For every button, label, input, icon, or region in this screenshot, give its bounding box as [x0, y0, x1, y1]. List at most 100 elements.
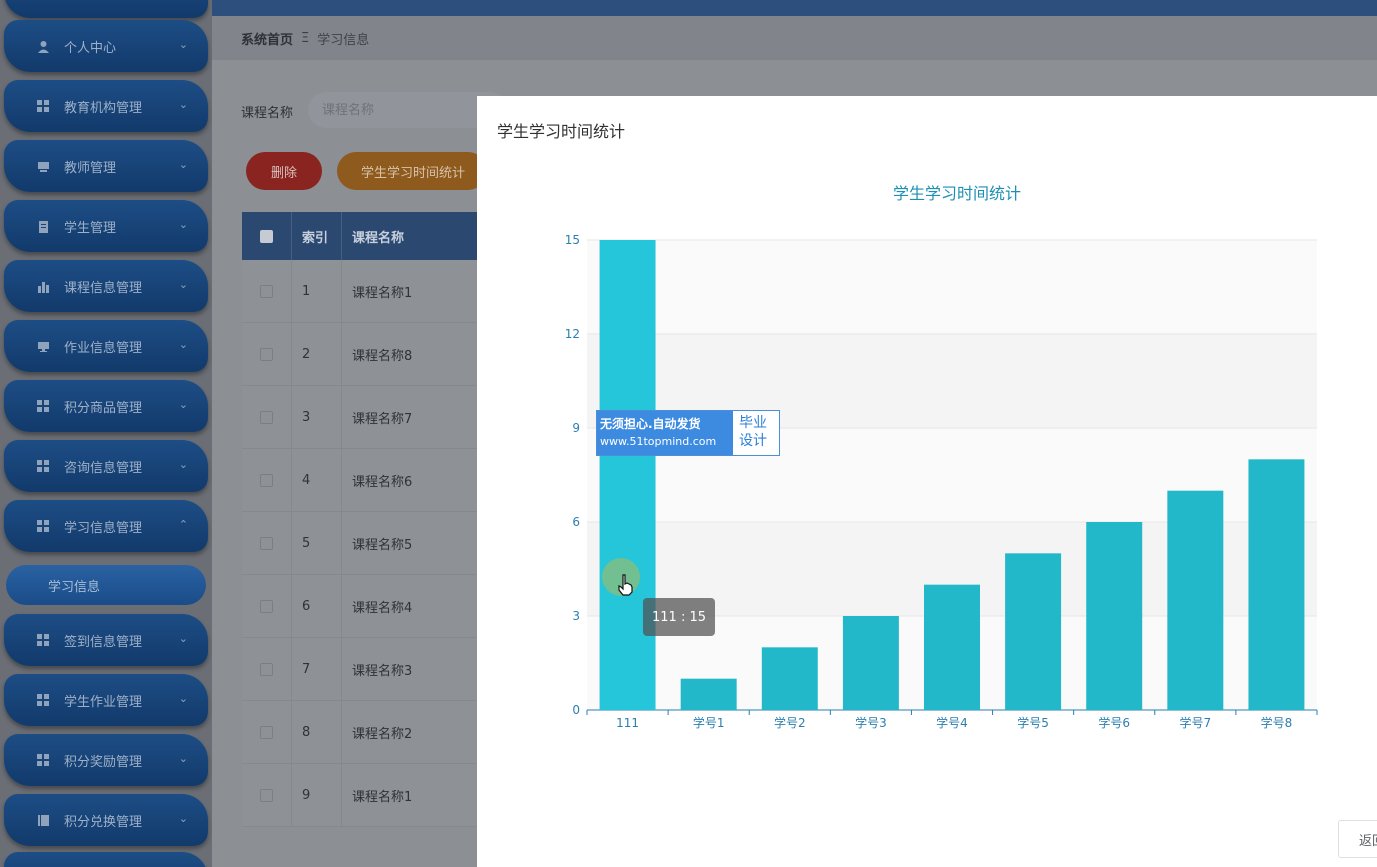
data-table: 索引 课程名称 1 课程名称1 2 课程名称8 3 课程名称7 4 课程名称6 5 课程名称5 6 课…: [242, 212, 478, 827]
y-tick-label: 12: [565, 327, 580, 341]
sidebar-item-points-goods[interactable]: 积分商品管理 ⌄: [4, 380, 208, 432]
grid-band: [587, 240, 1317, 334]
row-index: 8: [292, 701, 342, 763]
row-checkbox[interactable]: [260, 410, 273, 424]
bar: [1167, 490, 1224, 710]
user-icon: [36, 39, 50, 53]
row-index: 7: [292, 638, 342, 700]
x-tick-label: 学号7: [1180, 715, 1212, 730]
sidebar-subitem-study-info[interactable]: 学习信息: [6, 565, 206, 605]
sidebar-item-points-exchange[interactable]: 积分兑换管理 ⌄: [4, 794, 208, 846]
row-index: 4: [292, 449, 342, 511]
delete-button[interactable]: 删除: [246, 152, 322, 190]
clipboard-icon: [36, 219, 50, 233]
table-row[interactable]: 1 课程名称1: [242, 260, 478, 323]
row-index: 3: [292, 386, 342, 448]
x-tick-label: 学号2: [774, 715, 806, 730]
row-course-name: 课程名称6: [342, 449, 478, 511]
select-all-checkbox[interactable]: [260, 229, 273, 243]
sidebar-item-personal-center[interactable]: 个人中心 ⌄: [4, 20, 208, 72]
breadcrumb-current: 学习信息: [317, 32, 370, 48]
sidebar-item-label: 学习信息管理: [64, 520, 143, 536]
sidebar: 个人中心 ⌄ 教育机构管理 ⌄ 教师管理 ⌄ 学生管理 ⌄ 课程信息管理 ⌄ 作…: [0, 0, 212, 867]
sidebar-item-label: 学生管理: [64, 220, 117, 236]
search-label: 课程名称: [241, 106, 294, 121]
sidebar-item-label: 咨询信息管理: [64, 460, 143, 476]
top-bar: [212, 0, 1377, 16]
row-checkbox[interactable]: [260, 347, 273, 361]
row-select-cell: [242, 575, 292, 637]
chevron-up-icon: ⌃: [178, 518, 188, 531]
sidebar-item-study-info[interactable]: 学习信息管理 ⌃: [4, 500, 208, 552]
sidebar-subitem-label: 学习信息: [48, 579, 101, 595]
sidebar-item-bottom[interactable]: [4, 852, 208, 867]
study-time-stats-button[interactable]: 学生学习时间统计: [337, 152, 487, 190]
sidebar-item-teacher[interactable]: 教师管理 ⌄: [4, 140, 208, 192]
grid-icon: [36, 693, 50, 707]
y-tick-label: 6: [572, 515, 580, 529]
row-checkbox[interactable]: [260, 599, 273, 613]
row-course-name: 课程名称2: [342, 701, 478, 763]
book-icon: [36, 813, 50, 827]
chevron-down-icon: ⌄: [178, 692, 188, 705]
bar: [1005, 553, 1062, 710]
row-course-name: 课程名称8: [342, 323, 478, 385]
breadcrumb-home[interactable]: 系统首页: [241, 29, 293, 48]
chevron-down-icon: ⌄: [178, 752, 188, 765]
table-row[interactable]: 7 课程名称3: [242, 638, 478, 701]
column-header-course-name: 课程名称: [342, 212, 478, 260]
chevron-down-icon: ⌄: [178, 632, 188, 645]
row-checkbox[interactable]: [260, 536, 273, 550]
table-row[interactable]: 4 课程名称6: [242, 449, 478, 512]
sidebar-item-student-homework[interactable]: 学生作业管理 ⌄: [4, 674, 208, 726]
grid-icon: [36, 753, 50, 767]
grid-icon: [36, 459, 50, 473]
chevron-down-icon: ⌄: [178, 278, 188, 291]
table-row[interactable]: 3 课程名称7: [242, 386, 478, 449]
chart-title: 学生学习时间统计: [893, 184, 1021, 203]
row-select-cell: [242, 764, 292, 826]
chevron-down-icon: ⌄: [178, 458, 188, 471]
grid-icon: [36, 99, 50, 113]
row-checkbox[interactable]: [260, 788, 273, 802]
bar: [1248, 459, 1305, 710]
sidebar-item-homework-info[interactable]: 作业信息管理 ⌄: [4, 320, 208, 372]
sidebar-item-label: 教育机构管理: [64, 100, 143, 116]
table-row[interactable]: 2 课程名称8: [242, 323, 478, 386]
row-select-cell: [242, 701, 292, 763]
sidebar-item-label: 教师管理: [64, 160, 117, 176]
sidebar-item-label: 作业信息管理: [64, 340, 143, 356]
bar: [599, 240, 656, 710]
table-row[interactable]: 9 课程名称1: [242, 764, 478, 827]
y-tick-label: 15: [565, 233, 580, 247]
sidebar-item-student[interactable]: 学生管理 ⌄: [4, 200, 208, 252]
row-select-cell: [242, 512, 292, 574]
sidebar-item-label: 学生作业管理: [64, 694, 143, 710]
table-row[interactable]: 5 课程名称5: [242, 512, 478, 575]
sidebar-item-top[interactable]: [4, 0, 208, 18]
x-tick-label: 111: [616, 716, 639, 730]
x-tick-label: 学号8: [1261, 715, 1293, 730]
sidebar-item-education-institution[interactable]: 教育机构管理 ⌄: [4, 80, 208, 132]
sidebar-item-checkin-info[interactable]: 签到信息管理 ⌄: [4, 614, 208, 666]
row-checkbox[interactable]: [260, 473, 273, 487]
table-row[interactable]: 6 课程名称4: [242, 575, 478, 638]
row-checkbox[interactable]: [260, 662, 273, 676]
sidebar-item-course-info[interactable]: 课程信息管理 ⌄: [4, 260, 208, 312]
hand-cursor-icon: [617, 574, 635, 601]
row-checkbox[interactable]: [260, 725, 273, 739]
sidebar-item-points-reward[interactable]: 积分奖励管理 ⌄: [4, 734, 208, 786]
table-row[interactable]: 8 课程名称2: [242, 701, 478, 764]
sidebar-item-consult-info[interactable]: 咨询信息管理 ⌄: [4, 440, 208, 492]
bar: [842, 616, 899, 710]
watermark-left: 无须担心.自动发货 www.51topmind.com: [597, 411, 733, 455]
x-tick-label: 学号1: [693, 715, 725, 730]
chevron-down-icon: ⌄: [178, 812, 188, 825]
back-button[interactable]: 返回: [1338, 820, 1377, 858]
x-tick-label: 学号4: [936, 715, 968, 730]
row-course-name: 课程名称4: [342, 575, 478, 637]
row-index: 6: [292, 575, 342, 637]
row-checkbox[interactable]: [260, 284, 273, 298]
chevron-down-icon: ⌄: [178, 338, 188, 351]
table-body: 1 课程名称1 2 课程名称8 3 课程名称7 4 课程名称6 5 课程名称5 6 课程名称4 7 课程名…: [242, 260, 478, 827]
